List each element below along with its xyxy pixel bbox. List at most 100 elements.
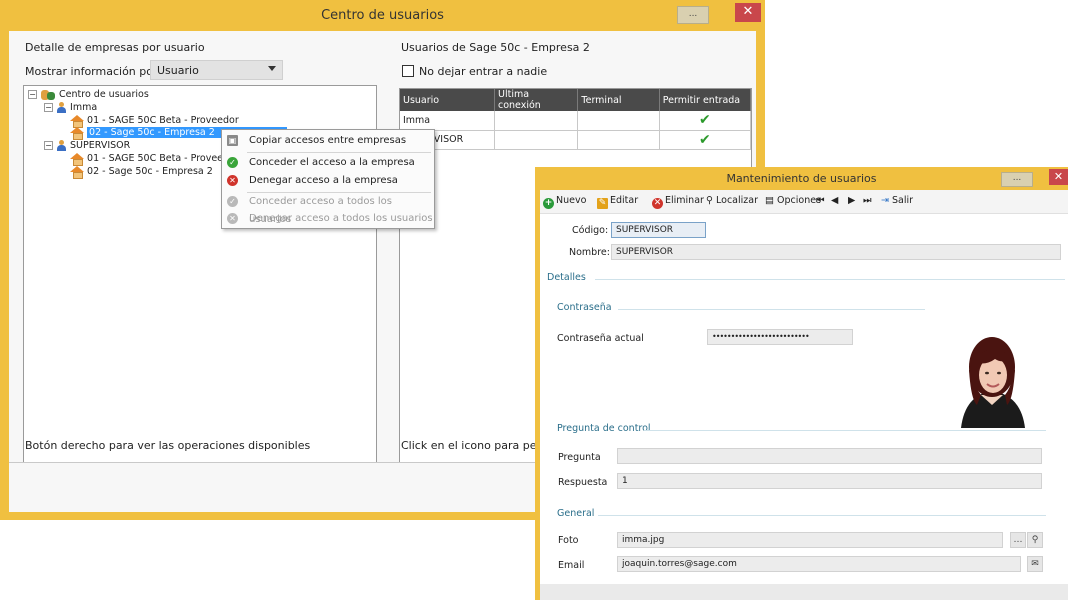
menu-item-conceder-todos[interactable]: ✓ Conceder acceso a todos los usuarios (222, 193, 434, 225)
section-divider (618, 309, 925, 310)
check-circle-icon: ✓ (227, 196, 238, 207)
minimize-button[interactable]: ... (1001, 172, 1033, 187)
tree-company-label: 01 - SAGE 50C Beta - Proveedor (87, 115, 239, 126)
mantenimiento-client-area: + Nuevo ✎ Editar ✕ Eliminar ⚲ Localizar ▤ O… (540, 190, 1068, 600)
x-circle-icon: ✕ (227, 175, 238, 186)
mostrar-label: Mostrar información por (25, 65, 158, 78)
no-dejar-label: No dejar entrar a nadie (419, 65, 548, 78)
allow-check-icon[interactable]: ✔ (659, 130, 751, 150)
tree-root-label: Centro de usuarios (59, 89, 149, 100)
menu-item-denegar-acceso[interactable]: ✕ Denegar acceso a la empresa (222, 172, 434, 190)
contrasena-field[interactable]: •••••••••••••••••••••••••• (707, 329, 853, 345)
company-icon (70, 152, 84, 166)
respuesta-field[interactable]: 1 (617, 473, 1042, 489)
mail-icon[interactable]: ✉ (1027, 556, 1043, 572)
cell-ultima-conexion (494, 130, 579, 150)
mantenimiento-titlebar[interactable]: Mantenimiento de usuarios ... ✕ (535, 167, 1068, 190)
column-header[interactable]: Terminal (577, 89, 660, 111)
contrasena-section-title: Contraseña (557, 302, 612, 313)
eliminar-button[interactable]: ✕ Eliminar (652, 195, 704, 209)
collapse-icon[interactable]: − (44, 103, 53, 112)
close-button[interactable]: ✕ (735, 3, 761, 22)
hint-left: Botón derecho para ver las operaciones d… (25, 439, 311, 452)
menu-item-conceder-acceso[interactable]: ✓ Conceder el acceso a la empresa (222, 154, 434, 172)
nuevo-label: Nuevo (556, 195, 587, 206)
last-icon: ⏭ (863, 195, 872, 206)
contrasena-label: Contraseña actual (557, 333, 644, 344)
menu-item-label: Copiar accesos entre empresas (249, 135, 407, 146)
cell-ultima-conexion (494, 111, 579, 131)
mostrar-select-value: Usuario (157, 64, 199, 77)
column-header[interactable]: Usuario (400, 89, 495, 111)
pregunta-field[interactable] (617, 448, 1042, 464)
options-icon: ▤ (765, 195, 774, 206)
search-icon: ⚲ (706, 195, 713, 206)
menu-item-denegar-todos[interactable]: ✕ Denegar acceso a todos los usuarios (222, 210, 434, 228)
tree-company-item[interactable]: 02 - Sage 50c - Empresa 2 (70, 165, 213, 179)
foto-label: Foto (558, 535, 579, 546)
minimize-button[interactable]: ... (677, 6, 709, 24)
last-record-button[interactable]: ⏭ (863, 195, 872, 206)
centro-titlebar[interactable]: Centro de usuarios ... ✕ (0, 0, 765, 31)
allow-check-icon[interactable]: ✔ (659, 111, 751, 131)
column-header[interactable]: Permitir entrada (659, 89, 751, 111)
next-record-button[interactable]: ▶ (848, 195, 855, 206)
nuevo-button[interactable]: + Nuevo (543, 195, 586, 209)
company-icon (70, 126, 84, 140)
tree-company-label: 02 - Sage 50c - Empresa 2 (87, 166, 213, 177)
tree-company-item[interactable]: 01 - SAGE 50C Beta - Proveedor (70, 152, 239, 166)
users-of-company-label: Usuarios de Sage 50c - Empresa 2 (401, 41, 590, 54)
cell-usuario: Imma (400, 111, 495, 131)
nombre-field[interactable]: SUPERVISOR (611, 244, 1061, 260)
pregunta-section-title: Pregunta de control (557, 423, 651, 434)
codigo-field[interactable]: SUPERVISOR (611, 222, 706, 238)
nombre-label: Nombre: (569, 247, 610, 258)
user-photo (951, 325, 1034, 428)
users-group-icon (40, 89, 56, 101)
first-record-button[interactable]: ⏮ (816, 195, 825, 206)
tree-company-label: 01 - SAGE 50C Beta - Proveedor (87, 153, 239, 164)
copy-icon: ▣ (227, 135, 238, 146)
prev-record-button[interactable]: ◀ (831, 195, 838, 206)
menu-item-label: Denegar acceso a la empresa (249, 175, 398, 186)
pregunta-label: Pregunta (558, 452, 601, 463)
collapse-icon[interactable]: − (44, 141, 53, 150)
foto-field[interactable]: imma.jpg (617, 532, 1003, 548)
editar-button[interactable]: ✎ Editar (597, 195, 638, 209)
close-button[interactable]: ✕ (1049, 169, 1068, 185)
detalles-section-title: Detalles (547, 272, 586, 283)
check-circle-icon: ✓ (227, 157, 238, 168)
column-header[interactable]: Última conexión (494, 89, 579, 111)
editar-label: Editar (610, 195, 639, 206)
browse-button[interactable]: … (1010, 532, 1026, 548)
eliminar-label: Eliminar (665, 195, 704, 206)
tree-user-label: Imma (70, 102, 98, 113)
user-icon (56, 101, 67, 114)
section-divider (598, 515, 1046, 516)
context-menu: ▣ Copiar accesos entre empresas ✓ Conced… (221, 129, 435, 229)
delete-icon: ✕ (652, 198, 663, 209)
section-divider (644, 430, 1046, 431)
table-row[interactable]: Imma ✔ (400, 111, 751, 131)
mantenimiento-title: Mantenimiento de usuarios (726, 172, 877, 185)
search-icon[interactable]: ⚲ (1027, 532, 1043, 548)
salir-button[interactable]: ⇥ Salir (881, 195, 913, 206)
opciones-button[interactable]: ▤ Opciones (765, 195, 821, 206)
email-field[interactable]: joaquin.torres@sage.com (617, 556, 1021, 572)
no-dejar-checkbox[interactable] (402, 65, 414, 77)
table-row[interactable]: SUPERVISOR ✔ (400, 130, 751, 150)
mostrar-select[interactable]: Usuario (150, 60, 283, 80)
respuesta-label: Respuesta (558, 477, 608, 488)
grid-header-row: Usuario Última conexión Terminal Permiti… (400, 89, 751, 111)
user-portrait-image (951, 325, 1034, 428)
first-icon: ⏮ (816, 195, 825, 206)
chevron-down-icon (268, 66, 276, 71)
localizar-button[interactable]: ⚲ Localizar (706, 195, 758, 206)
menu-item-label: Conceder el acceso a la empresa (249, 157, 415, 168)
collapse-icon[interactable]: − (28, 90, 37, 99)
edit-icon: ✎ (597, 198, 608, 209)
next-icon: ▶ (848, 195, 856, 206)
salir-label: Salir (892, 195, 914, 206)
company-icon (70, 114, 84, 128)
menu-item-copiar-accesos[interactable]: ▣ Copiar accesos entre empresas (222, 132, 434, 150)
